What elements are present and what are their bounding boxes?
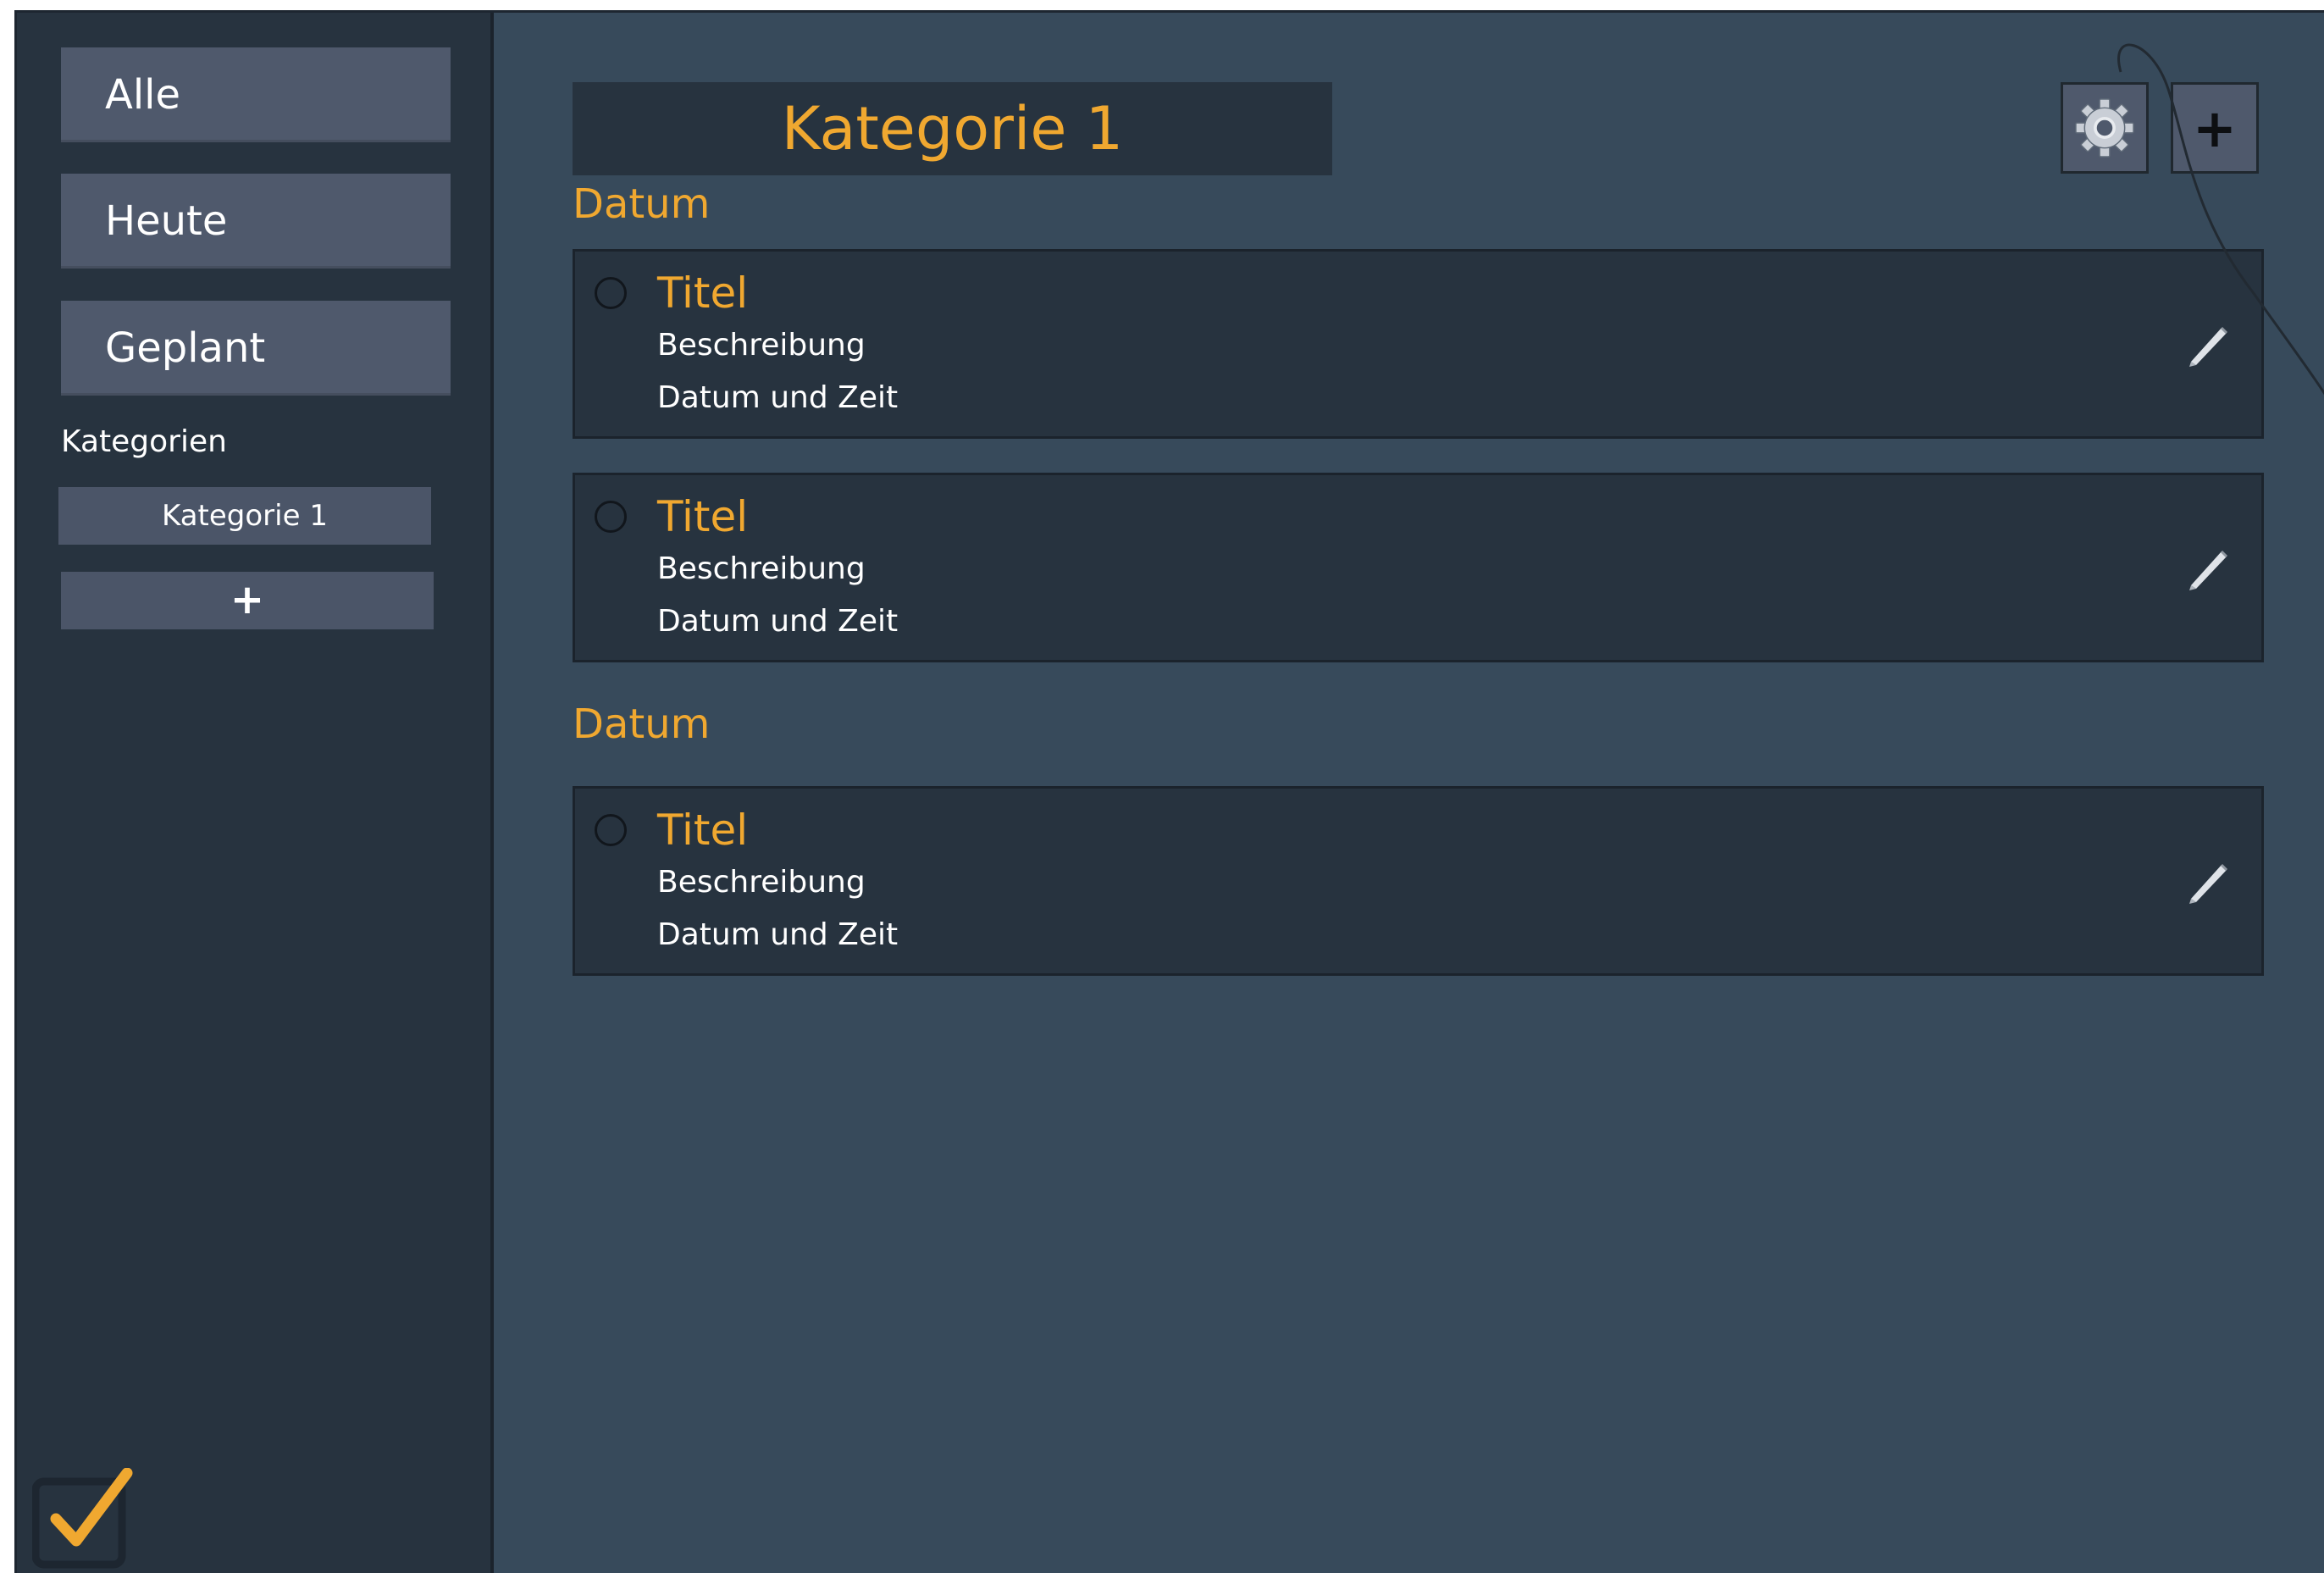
task-datetime: Datum und Zeit [657,917,899,952]
app-window: Alle Heute Geplant Kategorien Kategorie … [14,10,2324,1573]
page-title: Kategorie 1 [573,82,1332,175]
edit-pencil-icon[interactable] [2184,321,2232,368]
add-task-button[interactable]: + [2171,82,2259,174]
task-datetime: Datum und Zeit [657,604,899,639]
task-card[interactable]: Titel Beschreibung Datum und Zeit [573,786,2264,976]
add-category-button[interactable]: + [61,572,434,629]
task-card[interactable]: Titel Beschreibung Datum und Zeit [573,249,2264,439]
task-datetime: Datum und Zeit [657,380,899,415]
task-title: Titel [657,492,749,541]
date-heading: Datum [573,180,711,228]
task-description: Beschreibung [657,551,866,586]
gear-icon [2075,98,2134,158]
nav-button-alle[interactable]: Alle [61,47,451,142]
task-checkbox[interactable] [595,814,627,846]
sidebar-item-kategorie-1[interactable]: Kategorie 1 [58,487,431,545]
settings-button[interactable] [2061,82,2149,174]
task-checkbox[interactable] [595,501,627,533]
task-title: Titel [657,269,749,318]
task-title: Titel [657,806,749,855]
nav-button-heute[interactable]: Heute [61,174,451,269]
sidebar: Alle Heute Geplant Kategorien Kategorie … [17,13,494,1573]
edit-pencil-icon[interactable] [2184,858,2232,906]
date-heading: Datum [573,701,711,748]
task-description: Beschreibung [657,865,866,900]
task-card[interactable]: Titel Beschreibung Datum und Zeit [573,473,2264,662]
task-checkbox[interactable] [595,277,627,309]
categories-heading: Kategorien [61,424,227,459]
nav-button-geplant[interactable]: Geplant [61,301,451,396]
edit-pencil-icon[interactable] [2184,545,2232,592]
task-description: Beschreibung [657,328,866,363]
check-square-logo-icon [32,1468,133,1569]
